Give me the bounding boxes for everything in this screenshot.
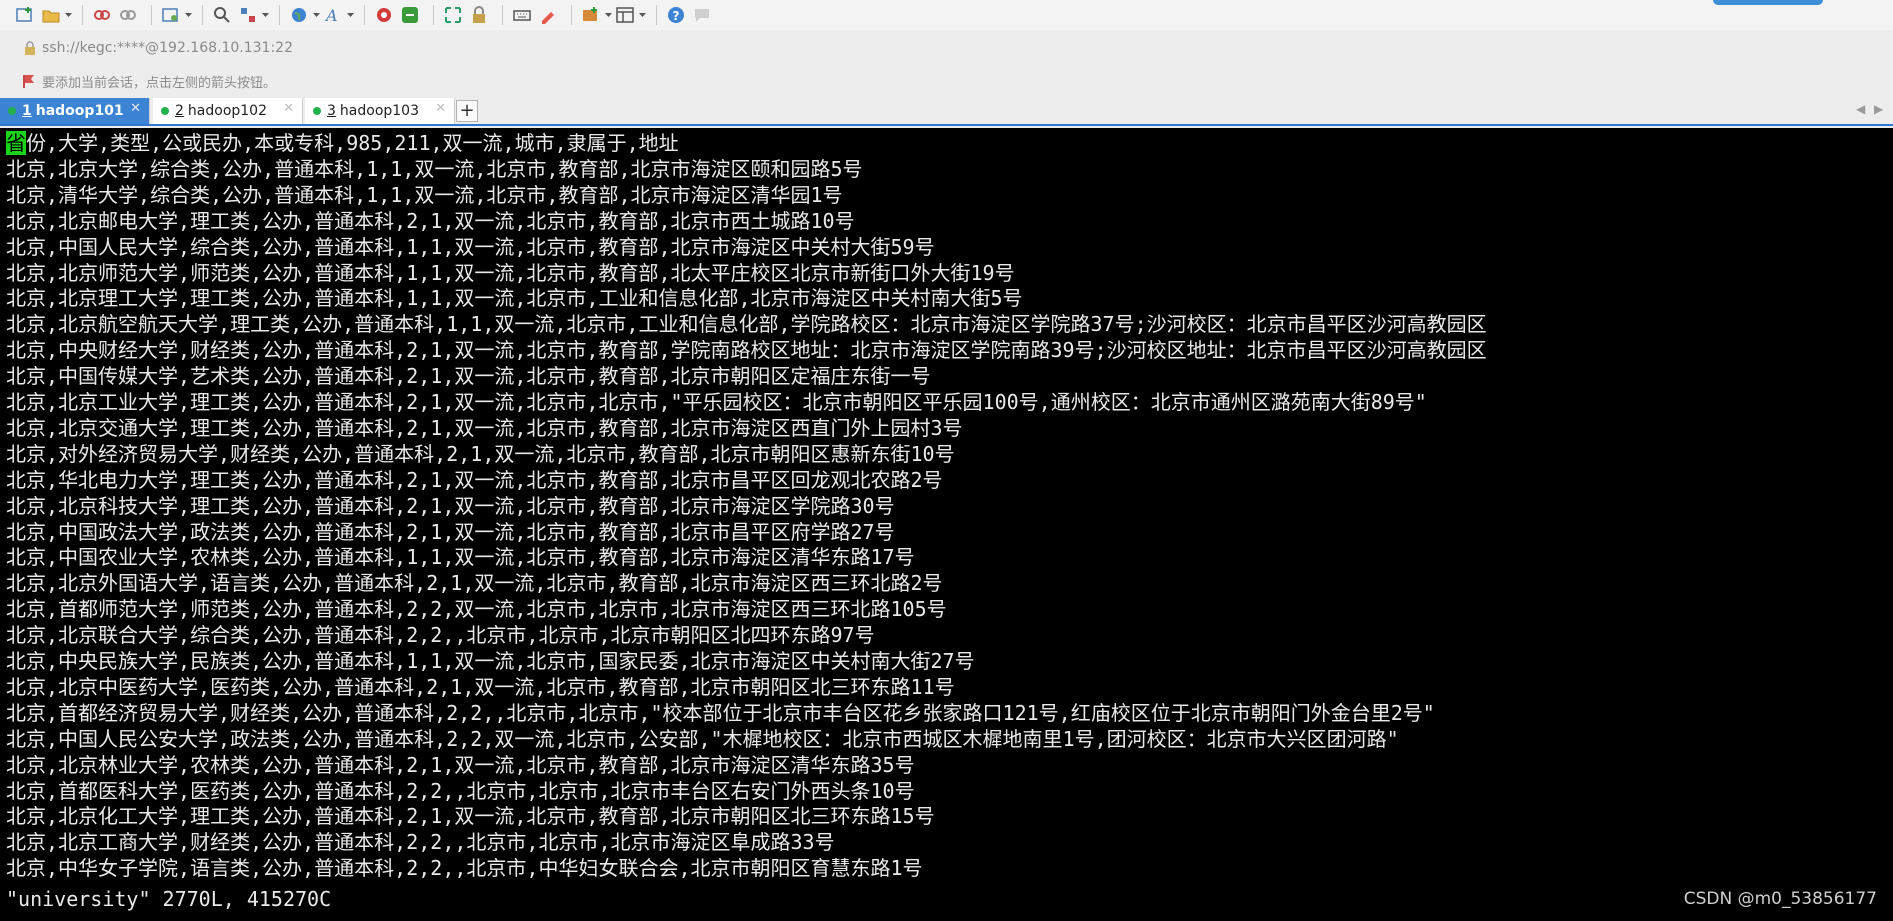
close-icon[interactable]: ✕ [130,101,141,116]
vim-status-line: "university" 2770L, 415270C [6,887,332,911]
svg-text:?: ? [673,9,680,23]
highlight-icon[interactable] [535,3,561,27]
chevron-down-icon[interactable] [638,3,646,27]
toolbar-divider [82,5,83,25]
tab-label: hadoop103 [339,103,419,119]
session-hint-bar: 要添加当前会话，点击左侧的箭头按钮。 [0,66,1893,96]
app-window: A ? ssh://kegc:****@192.168.10.131:22 要添… [0,0,1893,921]
terminal-line: 北京,中国政法大学,政法类,公办,普通本科,2,1,双一流,北京市,教育部,北京… [6,519,895,544]
tab-number: 2 [175,103,184,119]
tab-label: hadoop101 [35,103,124,119]
terminal-cursor: 省 [6,131,26,155]
font-icon[interactable]: A [320,3,346,27]
terminal-line: 北京,中国传媒大学,艺术类,公办,普通本科,2,1,双一流,北京市,教育部,北京… [6,364,931,389]
open-folder-icon[interactable] [38,3,64,27]
new-session-icon[interactable] [12,3,38,27]
watermark: CSDN @m0_53856177 [1683,889,1877,909]
globe-icon[interactable] [286,3,312,27]
help-icon[interactable]: ? [663,3,689,27]
lock-icon[interactable] [466,3,492,27]
tab-number: 1 [22,103,32,119]
window-accent-bar [1713,0,1823,5]
xftp-icon[interactable] [371,3,397,27]
keyboard-icon[interactable] [509,3,535,27]
terminal-line: 北京,中央民族大学,民族类,公办,普通本科,1,1,双一流,北京市,国家民委,北… [6,649,975,673]
terminal-line: 北京,北京中医药大学,医药类,公办,普通本科,2,1,双一流,北京市,教育部,北… [6,674,955,699]
add-tab-button[interactable]: + [456,100,478,122]
terminal-line: 北京,清华大学,综合类,公办,普通本科,1,1,双一流,北京市,教育部,北京市海… [6,182,843,207]
toolbar: A ? [0,0,1893,30]
header-text: 份,大学,类型,公或民办,本或专科,985,211,双一流,城市,隶属于,地址 [26,131,679,155]
search-icon[interactable] [209,3,235,27]
terminal-line: 北京,北京联合大学,综合类,公办,普通本科,2,2,,北京市,北京市,北京市朝阳… [6,623,875,648]
connected-status-icon [313,107,321,115]
terminal-line: 北京,北京理工大学,理工类,公办,普通本科,1,1,双一流,北京市,工业和信息化… [6,286,1023,311]
terminal-line: 北京,中国人民大学,综合类,公办,普通本科,1,1,双一流,北京市,教育部,北京… [6,234,935,259]
terminal-line: 北京,华北电力大学,理工类,公办,普通本科,2,1,双一流,北京市,教育部,北京… [6,467,943,492]
terminal-line: 北京,北京师范大学,师范类,公办,普通本科,1,1,双一流,北京市,教育部,北太… [6,260,1015,285]
tab-scroll-left-icon[interactable]: ◀ [1856,102,1865,116]
toolbar-divider [502,5,503,25]
terminal-line: 北京,中国农业大学,农林类,公办,普通本科,1,1,双一流,北京市,教育部,北京… [6,545,915,570]
fullscreen-icon[interactable] [440,3,466,27]
terminal-line: 北京,北京外国语大学,语言类,公办,普通本科,2,1,双一流,北京市,教育部,北… [6,571,943,596]
close-icon[interactable]: ✕ [435,101,446,116]
close-icon[interactable]: ✕ [283,101,294,116]
tab-number: 3 [327,103,336,119]
chevron-down-icon[interactable] [604,3,612,27]
layout-icon[interactable] [612,3,638,27]
tab-hadoop101[interactable]: 1 hadoop101 ✕ [0,98,150,124]
terminal-line: 北京,北京林业大学,农林类,公办,普通本科,2,1,双一流,北京市,教育部,北京… [6,752,915,777]
terminal-view[interactable]: 省份,大学,类型,公或民办,本或专科,985,211,双一流,城市,隶属于,地址… [0,128,1893,921]
tab-bar: 1 hadoop101 ✕ 2 hadoop102 ✕ 3 hadoop103 … [0,98,1893,126]
connected-status-icon [161,107,169,115]
terminal-line: 北京,北京工业大学,理工类,公办,普通本科,2,1,双一流,北京市,北京市,"平… [6,390,1427,414]
toolbar-divider [571,5,572,25]
terminal-line: 北京,中华女子学院,语言类,公办,普通本科,2,2,,北京市,中华妇女联合会,北… [6,856,923,881]
tab-label: hadoop102 [187,103,267,119]
tab-hadoop102[interactable]: 2 hadoop102 ✕ [153,98,303,124]
chevron-down-icon[interactable] [346,3,354,27]
bookmark-flag-icon[interactable] [22,74,36,88]
terminal-line: 北京,北京化工大学,理工类,公办,普通本科,2,1,双一流,北京市,教育部,北京… [6,804,935,829]
address-bar[interactable]: ssh://kegc:****@192.168.10.131:22 [0,33,1893,63]
transfer-icon[interactable] [235,3,261,27]
terminal-line: 北京,北京工商大学,财经类,公办,普通本科,2,2,,北京市,北京市,北京市海淀… [6,830,835,855]
terminal-line: 北京,北京交通大学,理工类,公办,普通本科,2,1,双一流,北京市,教育部,北京… [6,415,963,440]
terminal-line: 北京,对外经济贸易大学,财经类,公办,普通本科,2,1,双一流,北京市,教育部,… [6,441,955,466]
terminal-line: 北京,首都师范大学,师范类,公办,普通本科,2,2,双一流,北京市,北京市,北京… [6,597,947,622]
terminal-line: 北京,首都经济贸易大学,财经类,公办,普通本科,2,2,,北京市,北京市,"校本… [6,700,1435,725]
toolbar-divider [279,5,280,25]
terminal-line: 北京,中国人民公安大学,政法类,公办,普通本科,2,2,双一流,北京市,公安部,… [6,726,1399,751]
toolbar-divider [151,5,152,25]
toolbar-divider [364,5,365,25]
terminal-line: 北京,首都医科大学,医药类,公办,普通本科,2,2,,北京市,北京市,北京市丰台… [6,778,915,803]
toolbar-divider [433,5,434,25]
terminal-header-line: 省份,大学,类型,公或民办,本或专科,985,211,双一流,城市,隶属于,地址 [6,130,679,156]
reconnect-icon[interactable] [89,3,115,27]
terminal-line: 北京,北京邮电大学,理工类,公办,普通本科,2,1,双一流,北京市,教育部,北京… [6,208,855,233]
lock-icon [25,41,35,55]
tab-hadoop103[interactable]: 3 hadoop103 ✕ [305,98,455,124]
chat-icon[interactable] [689,3,715,27]
chevron-down-icon[interactable] [184,3,192,27]
chevron-down-icon[interactable] [312,3,320,27]
svg-text:A: A [324,6,338,24]
disconnect-icon[interactable] [115,3,141,27]
chevron-down-icon[interactable] [64,3,72,27]
terminal-line: 北京,北京航空航天大学,理工类,公办,普通本科,1,1,双一流,北京市,工业和信… [6,312,1487,337]
session-address: ssh://kegc:****@192.168.10.131:22 [42,40,293,56]
properties-icon[interactable] [158,3,184,27]
compose-icon[interactable] [578,3,604,27]
hint-text: 要添加当前会话，点击左侧的箭头按钮。 [42,75,277,91]
toolbar-divider [202,5,203,25]
terminal-line: 北京,北京科技大学,理工类,公办,普通本科,2,1,双一流,北京市,教育部,北京… [6,493,895,518]
terminal-line: 北京,中央财经大学,财经类,公办,普通本科,2,1,双一流,北京市,教育部,学院… [6,338,1487,363]
tab-scroll-right-icon[interactable]: ▶ [1874,102,1883,116]
toolbar-divider [656,5,657,25]
terminal-line: 北京,北京大学,综合类,公办,普通本科,1,1,双一流,北京市,教育部,北京市海… [6,156,863,181]
chevron-down-icon[interactable] [261,3,269,27]
connected-status-icon [8,107,16,115]
script-icon[interactable] [397,3,423,27]
